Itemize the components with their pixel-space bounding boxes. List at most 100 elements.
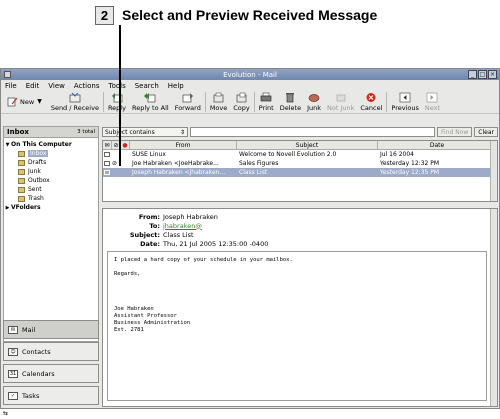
read-envelope-icon [104,170,110,175]
search-input[interactable] [190,127,436,137]
expander-right-icon[interactable]: ▶ [4,205,11,211]
tree-on-this-computer[interactable]: ▼ On This Computer [4,140,98,149]
folder-tree: ▼ On This Computer Inbox Drafts Junk Out… [3,138,99,342]
delete-label: Delete [279,104,302,112]
title-bar: Evolution - Mail _ □ × [1,69,499,80]
tree-inbox[interactable]: Inbox [4,149,98,158]
close-button[interactable]: × [488,70,497,79]
subject-column-header[interactable]: Subject [237,141,378,149]
status-bar: ⇆ [0,409,500,419]
printer-icon [260,92,272,103]
important-icon: ● [122,141,128,149]
tree-sent[interactable]: Sent [4,185,98,194]
expander-down-icon[interactable]: ▼ [4,142,11,148]
read-envelope-icon [104,152,110,157]
search-scope-select[interactable]: Subject contains ⇕ [102,127,188,137]
send-receive-button[interactable]: Send / Receive [48,92,102,112]
header-to: To: jhabraken@ [149,221,202,230]
header-subject: Subject: Class List [129,230,194,239]
cancel-button[interactable]: Cancel [357,92,385,112]
not-junk-icon [335,92,347,103]
search-bar: Subject contains ⇕ Find Now Clear [102,126,498,138]
menu-edit[interactable]: Edit [26,82,40,90]
menu-help[interactable]: Help [168,82,184,90]
date-column-header[interactable]: Date [378,141,497,149]
tree-drafts[interactable]: Drafts [4,158,98,167]
tree-trash[interactable]: Trash [4,194,98,203]
step-number: 2 [95,5,114,25]
switcher-contacts[interactable]: ☺ Contacts [3,342,99,361]
trash-folder-icon [18,195,25,202]
previous-button[interactable]: Previous [388,92,421,112]
new-message-icon [6,96,18,107]
toolbar-separator [386,92,388,112]
forward-icon [182,92,194,103]
mail-pane: Subject contains ⇕ Find Now Clear ✉ ⊘ ● … [102,126,498,408]
print-button[interactable]: Print [256,92,277,112]
menu-tools[interactable]: Tools [108,82,125,90]
reply-all-button[interactable]: Reply to All [129,92,172,112]
message-list-scrollbar[interactable] [490,141,497,201]
reply-all-label: Reply to All [131,104,169,112]
next-label: Next [424,104,441,112]
new-button[interactable]: New ▼ [3,96,48,107]
folder-header: Inbox 3 total [3,126,99,138]
from-column-header[interactable]: From [130,141,237,149]
outbox-folder-icon [18,177,25,184]
message-row[interactable]: ⊘ Joe Habraken <JoeHabrake... Sales Figu… [103,159,497,168]
clear-button[interactable]: Clear [474,127,498,137]
switcher-calendars[interactable]: 31 Calendars [3,364,99,383]
message-headers: From: Joseph Habraken To: jhabraken@ Sub… [103,209,497,248]
window-title: Evolution - Mail [223,70,277,79]
window-menu-icon[interactable] [4,71,11,78]
move-button[interactable]: Move [207,92,230,112]
reply-icon [111,92,123,103]
menu-search[interactable]: Search [135,82,159,90]
forward-label: Forward [174,104,201,112]
mail-icon: ✉ [8,325,18,334]
paperclip-icon: ⊘ [113,141,119,149]
to-address-link[interactable]: jhabraken@ [163,222,202,230]
find-now-button[interactable]: Find Now [437,127,473,137]
inbox-folder-icon [18,150,25,157]
preview-scrollbar[interactable] [490,209,497,406]
send-receive-icon [69,92,81,103]
tree-vfolders[interactable]: ▶ VFolders [4,203,98,212]
toolbar-separator [102,92,104,112]
junk-label: Junk [307,104,321,112]
reply-button[interactable]: Reply [105,92,129,112]
message-list-header: ✉ ⊘ ● From Subject Date [103,141,497,150]
menu-file[interactable]: File [5,82,17,90]
tree-outbox[interactable]: Outbox [4,176,98,185]
chevron-down-icon[interactable]: ▼ [37,98,42,105]
maximize-button[interactable]: □ [478,70,487,79]
toolbar-separator [204,92,206,112]
menu-actions[interactable]: Actions [74,82,100,90]
switcher-tasks[interactable]: ✓ Tasks [3,386,99,405]
status-column-header[interactable]: ✉ [103,141,112,149]
drafts-folder-icon [18,159,25,166]
menu-view[interactable]: View [48,82,65,90]
move-label: Move [209,104,228,112]
message-row[interactable]: SUSE Linux Welcome to Novell Evolution 2… [103,150,497,159]
message-body: I placed a hard copy of your schedule in… [107,251,487,401]
envelope-icon: ✉ [104,141,110,149]
next-button[interactable]: Next [422,92,443,112]
not-junk-button[interactable]: Not Junk [324,92,357,112]
message-row-selected[interactable]: Joseph Habraken <jhabraken... Class List… [103,168,497,177]
minimize-button[interactable]: _ [468,70,477,79]
calendar-icon: 31 [8,369,18,378]
flag-column-header[interactable]: ● [121,141,130,149]
caption-pointer-line [119,25,121,166]
updown-icon: ⇕ [179,128,185,136]
screenshot-root: 2 Select and Preview Received Message Ev… [0,0,500,419]
junk-button[interactable]: Junk [304,92,324,112]
forward-button[interactable]: Forward [172,92,204,112]
folder-title: Inbox [7,128,29,136]
switcher-mail[interactable]: ✉ Mail [3,320,99,339]
tree-junk[interactable]: Junk [4,167,98,176]
copy-button[interactable]: Copy [230,92,253,112]
delete-button[interactable]: Delete [277,92,304,112]
message-list: ✉ ⊘ ● From Subject Date SUSE Linux Welco… [102,140,498,202]
new-button-label: New [20,97,35,106]
